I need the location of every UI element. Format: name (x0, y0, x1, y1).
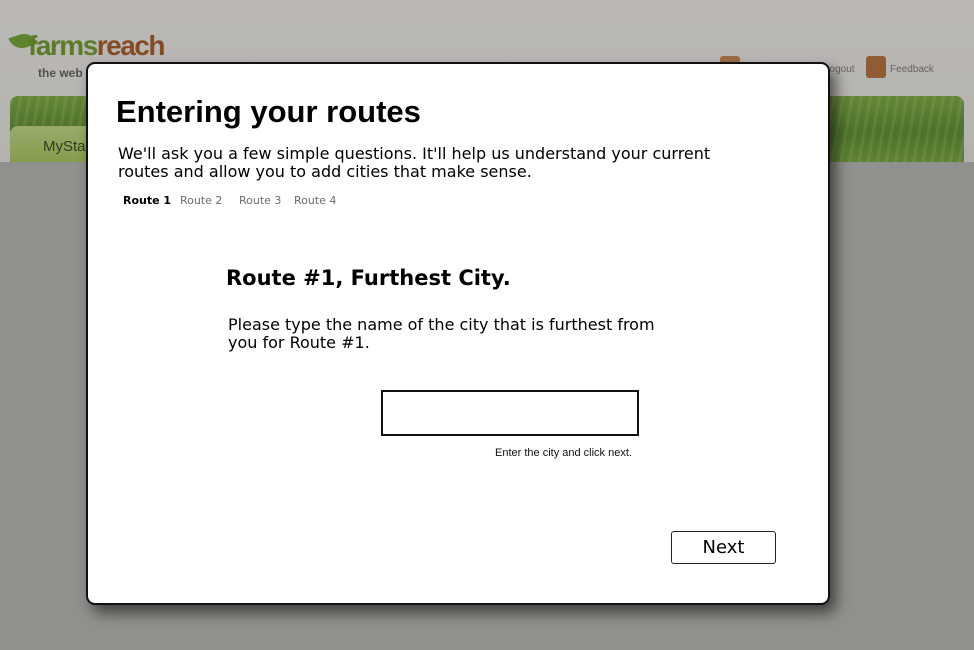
tab-route-1[interactable]: Route 1 (123, 194, 171, 207)
next-button[interactable]: Next (671, 531, 776, 564)
city-input[interactable] (381, 390, 639, 436)
routes-dialog: Entering your routes We'll ask you a few… (86, 62, 830, 605)
tab-route-2[interactable]: Route 2 (180, 194, 222, 207)
step-title: Route #1, Furthest City. (226, 266, 511, 290)
step-instructions: Please type the name of the city that is… (228, 315, 655, 352)
tab-route-3[interactable]: Route 3 (239, 194, 281, 207)
dialog-title: Entering your routes (116, 94, 421, 129)
tab-route-4[interactable]: Route 4 (294, 194, 336, 207)
dialog-intro: We'll ask you a few simple questions. It… (118, 144, 711, 181)
input-hint: Enter the city and click next. (495, 447, 632, 459)
